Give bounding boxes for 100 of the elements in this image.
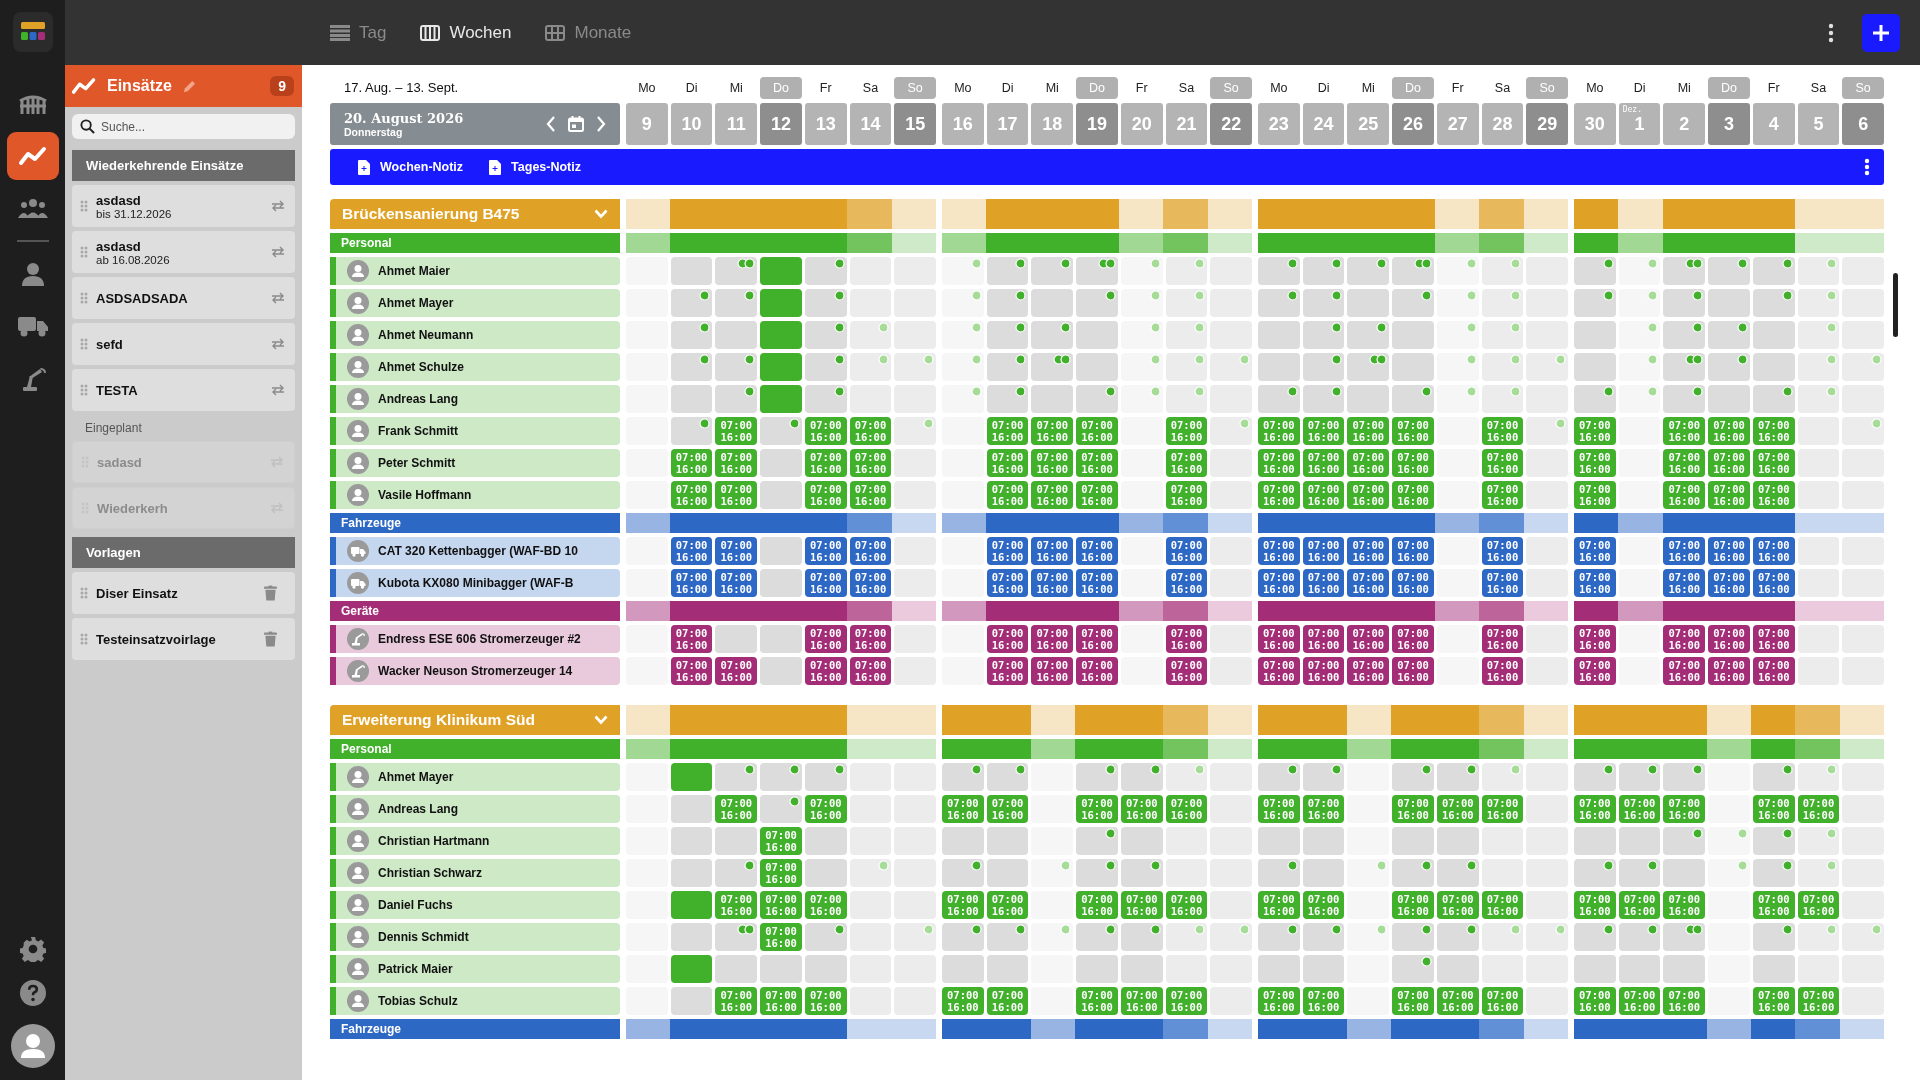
schedule-cell[interactable] bbox=[1574, 923, 1616, 951]
schedule-cell[interactable] bbox=[670, 257, 713, 285]
schedule-cell[interactable] bbox=[760, 353, 802, 381]
schedule-cell[interactable] bbox=[894, 417, 937, 445]
resource-label[interactable]: Ahmet Mayer bbox=[330, 763, 620, 791]
shift-block[interactable]: 07:00 16:00 bbox=[715, 449, 758, 477]
schedule-cell[interactable] bbox=[715, 353, 758, 381]
shift-block[interactable]: 07:00 16:00 bbox=[1752, 795, 1795, 823]
shift-block[interactable]: 07:00 16:00 bbox=[1574, 657, 1616, 685]
resource-label[interactable]: Ahmet Maier bbox=[330, 257, 620, 285]
chevron-down-icon[interactable] bbox=[594, 715, 608, 725]
schedule-cell[interactable] bbox=[1436, 955, 1479, 983]
schedule-cell[interactable] bbox=[986, 955, 1029, 983]
shift-block[interactable]: 07:00 16:00 bbox=[1752, 417, 1795, 445]
schedule-cell[interactable] bbox=[1752, 827, 1795, 855]
day-number[interactable]: 5 bbox=[1797, 103, 1840, 145]
schedule-cell[interactable] bbox=[1752, 257, 1795, 285]
schedule-cell[interactable] bbox=[1481, 353, 1524, 381]
schedule-cell[interactable] bbox=[804, 923, 847, 951]
schedule-cell[interactable] bbox=[1574, 257, 1616, 285]
schedule-cell[interactable] bbox=[1574, 353, 1616, 381]
schedule-cell[interactable] bbox=[1120, 321, 1163, 349]
schedule-cell[interactable] bbox=[1258, 289, 1300, 317]
schedule-cell[interactable] bbox=[760, 289, 802, 317]
schedule-cell[interactable] bbox=[1574, 289, 1616, 317]
schedule-cell[interactable] bbox=[1210, 353, 1253, 381]
schedule-cell[interactable] bbox=[670, 763, 713, 791]
schedule-cell[interactable] bbox=[942, 763, 984, 791]
shift-block[interactable]: 07:00 16:00 bbox=[1708, 449, 1750, 477]
schedule-cell[interactable] bbox=[1574, 763, 1616, 791]
shift-block[interactable]: 07:00 16:00 bbox=[849, 537, 892, 565]
drag-handle-icon[interactable] bbox=[80, 587, 88, 599]
schedule-cell[interactable] bbox=[942, 385, 984, 413]
schedule-cell[interactable] bbox=[1210, 923, 1253, 951]
schedule-cell[interactable] bbox=[1031, 321, 1074, 349]
schedule-cell[interactable] bbox=[942, 289, 984, 317]
schedule-cell[interactable] bbox=[1752, 385, 1795, 413]
shift-block[interactable]: 07:00 16:00 bbox=[760, 891, 802, 919]
resource-label[interactable]: Christian Hartmann bbox=[330, 827, 620, 855]
shift-block[interactable]: 07:00 16:00 bbox=[1302, 795, 1345, 823]
shift-block[interactable]: 07:00 16:00 bbox=[1752, 891, 1795, 919]
shift-block[interactable]: 07:00 16:00 bbox=[986, 417, 1029, 445]
schedule-cell[interactable] bbox=[1258, 923, 1300, 951]
schedule-cell[interactable] bbox=[1663, 859, 1706, 887]
schedule-cell[interactable] bbox=[1708, 385, 1750, 413]
shift-block[interactable]: 07:00 16:00 bbox=[1392, 625, 1434, 653]
schedule-cell[interactable] bbox=[1663, 763, 1706, 791]
schedule-cell[interactable] bbox=[1258, 955, 1300, 983]
schedule-cell[interactable] bbox=[986, 923, 1029, 951]
schedule-cell[interactable] bbox=[1797, 353, 1840, 381]
schedule-cell[interactable] bbox=[1526, 417, 1569, 445]
shift-block[interactable]: 07:00 16:00 bbox=[1076, 417, 1118, 445]
schedule-cell[interactable] bbox=[1618, 353, 1661, 381]
shift-block[interactable]: 07:00 16:00 bbox=[849, 417, 892, 445]
schedule-cell[interactable] bbox=[1481, 763, 1524, 791]
shift-block[interactable]: 07:00 16:00 bbox=[1031, 537, 1074, 565]
shift-block[interactable]: 07:00 16:00 bbox=[1481, 891, 1524, 919]
day-number[interactable]: 13 bbox=[804, 103, 847, 145]
schedule-cell[interactable] bbox=[1392, 385, 1434, 413]
shift-block[interactable]: 07:00 16:00 bbox=[849, 481, 892, 509]
shift-block[interactable]: 07:00 16:00 bbox=[1076, 987, 1118, 1015]
shift-block[interactable]: 07:00 16:00 bbox=[760, 923, 802, 951]
schedule-cell[interactable] bbox=[1797, 385, 1840, 413]
schedule-cell[interactable] bbox=[1076, 321, 1118, 349]
schedule-cell[interactable] bbox=[1618, 955, 1661, 983]
schedule-cell[interactable] bbox=[1752, 289, 1795, 317]
schedule-cell[interactable] bbox=[1481, 923, 1524, 951]
shift-block[interactable]: 07:00 16:00 bbox=[1392, 891, 1434, 919]
schedule-cell[interactable] bbox=[986, 385, 1029, 413]
trash-icon[interactable] bbox=[264, 585, 277, 601]
schedule-cell[interactable] bbox=[1258, 763, 1300, 791]
schedule-cell[interactable] bbox=[1210, 417, 1253, 445]
schedule-cell[interactable] bbox=[1481, 321, 1524, 349]
schedule-cell[interactable] bbox=[1752, 353, 1795, 381]
shift-block[interactable]: 07:00 16:00 bbox=[1165, 987, 1208, 1015]
schedule-cell[interactable] bbox=[1031, 353, 1074, 381]
schedule-cell[interactable] bbox=[670, 321, 713, 349]
day-number[interactable]: 25 bbox=[1347, 103, 1390, 145]
schedule-cell[interactable] bbox=[1663, 827, 1706, 855]
schedule-cell[interactable] bbox=[1842, 923, 1885, 951]
shift-block[interactable]: 07:00 16:00 bbox=[1708, 625, 1750, 653]
shift-block[interactable]: 07:00 16:00 bbox=[1165, 891, 1208, 919]
schedule-cell[interactable] bbox=[1031, 289, 1074, 317]
schedule-cell[interactable] bbox=[849, 859, 892, 887]
schedule-cell[interactable] bbox=[715, 827, 758, 855]
shift-block[interactable]: 07:00 16:00 bbox=[1708, 417, 1750, 445]
schedule-cell[interactable] bbox=[1797, 321, 1840, 349]
schedule-cell[interactable] bbox=[1752, 763, 1795, 791]
schedule-cell[interactable] bbox=[1842, 353, 1885, 381]
shift-block[interactable]: 07:00 16:00 bbox=[715, 481, 758, 509]
day-number[interactable]: 16 bbox=[942, 103, 984, 145]
schedule-cell[interactable] bbox=[715, 625, 758, 653]
shift-block[interactable]: 07:00 16:00 bbox=[1302, 625, 1345, 653]
schedule-cell[interactable] bbox=[804, 859, 847, 887]
day-number[interactable]: 10 bbox=[670, 103, 713, 145]
schedule-cell[interactable] bbox=[1165, 385, 1208, 413]
day-number[interactable]: 22 bbox=[1210, 103, 1253, 145]
schedule-cell[interactable] bbox=[1436, 859, 1479, 887]
shift-block[interactable]: 07:00 16:00 bbox=[804, 537, 847, 565]
schedule-cell[interactable] bbox=[1076, 859, 1118, 887]
